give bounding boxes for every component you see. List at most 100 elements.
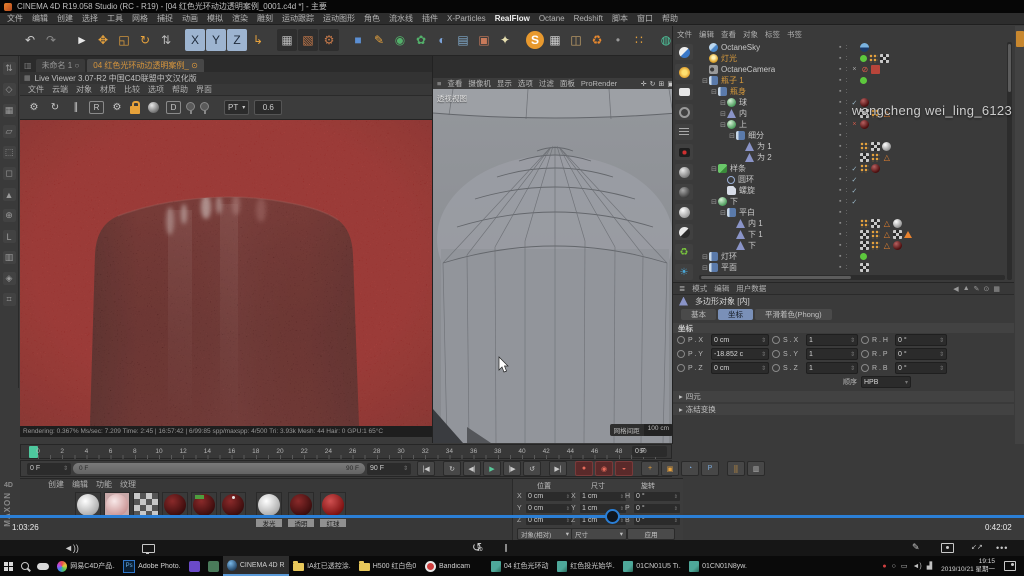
expander-icon[interactable]: ⊟: [719, 121, 727, 129]
am-nav-icon-2[interactable]: ✎: [974, 285, 980, 293]
tag-dots-icon[interactable]: [871, 230, 880, 239]
om-menu-item-5[interactable]: 书签: [787, 29, 802, 40]
diffuse-material-icon[interactable]: [675, 184, 693, 200]
expander-icon[interactable]: ⊟: [710, 165, 718, 173]
edges-mode-icon[interactable]: ◻: [3, 167, 16, 180]
next-frame-button[interactable]: |▶: [503, 461, 521, 476]
pen-spline-button[interactable]: ✎: [369, 29, 389, 51]
cm-field-0-1[interactable]: 1 cm⇕: [580, 492, 626, 501]
viewport-menu-item-3[interactable]: 选项: [518, 78, 533, 89]
visibility-dots[interactable]: ▪ :: [839, 143, 848, 150]
visibility-dots[interactable]: ▪ :: [839, 154, 848, 161]
autokey-button[interactable]: ◉: [595, 461, 613, 476]
object-row-17[interactable]: 下 1▪ :△: [699, 229, 1005, 240]
lock-resolution-icon[interactable]: [130, 106, 140, 114]
render-settings-button[interactable]: ⚙: [319, 29, 339, 51]
visibility-dots[interactable]: ▪ :: [839, 242, 848, 249]
tag-ballwhite-icon[interactable]: [882, 142, 891, 151]
sx-field[interactable]: 1⇕: [806, 334, 858, 346]
expander-icon[interactable]: ⊟: [701, 264, 709, 272]
py-field[interactable]: -18.852 c⇕: [711, 348, 769, 360]
tag-balldark-icon[interactable]: [893, 241, 902, 250]
light-button[interactable]: ✦: [495, 29, 515, 51]
tag-dots-icon[interactable]: [860, 164, 869, 173]
viewport-menu-item-2[interactable]: 显示: [497, 78, 512, 89]
loop-button[interactable]: ↻: [443, 461, 461, 476]
menu-item-4[interactable]: 工具: [107, 13, 123, 24]
pick-focus-icon[interactable]: [186, 102, 195, 111]
sy-field[interactable]: 1⇕: [806, 348, 858, 360]
pick-material-icon[interactable]: [200, 102, 209, 111]
tag-balldark-icon[interactable]: [871, 164, 880, 173]
pencil-icon[interactable]: ✎: [912, 542, 920, 553]
om-menu-item-1[interactable]: 编辑: [699, 29, 714, 40]
lv-menu-item-2[interactable]: 对象: [76, 84, 92, 95]
tag-dots-icon[interactable]: [860, 142, 869, 151]
viewport-menu-item-0[interactable]: 查看: [447, 78, 462, 89]
object-row-2[interactable]: OctaneCamera▪ :×⊘: [699, 64, 1005, 75]
cm-field-1-0[interactable]: 0 cm⇕: [526, 504, 572, 513]
tab-active-document[interactable]: 04 红色光环动边透明案例_ ⊙: [87, 59, 204, 72]
specular-material-icon[interactable]: [675, 204, 693, 220]
om-menu-item-2[interactable]: 查看: [721, 29, 736, 40]
octane-render-view[interactable]: [20, 120, 432, 426]
expander-icon[interactable]: ⊟: [710, 198, 718, 206]
panel-menu-icon[interactable]: ▦: [24, 74, 31, 82]
am-menu-item-1[interactable]: 编辑: [714, 283, 729, 294]
object-row-3[interactable]: ⊟瓶子 1▪ :: [699, 75, 1005, 86]
tag-ballwhite-icon[interactable]: [893, 219, 902, 228]
current-frame-field[interactable]: 0 F⇕: [27, 463, 71, 475]
floor-button[interactable]: ▤: [453, 29, 473, 51]
object-row-13[interactable]: 螺旋▪ :✓: [699, 185, 1005, 196]
recycle-icon[interactable]: ♻: [587, 29, 607, 51]
end-frame-field[interactable]: 90 F⇕: [367, 463, 411, 475]
add-cube-button[interactable]: ■: [348, 29, 368, 51]
file-4[interactable]: 01CN01N8yw...: [685, 556, 751, 576]
material-menu-item-1[interactable]: 编辑: [72, 479, 88, 490]
tag-checker-icon[interactable]: [860, 230, 869, 239]
om-menu-item-4[interactable]: 标签: [765, 29, 780, 40]
key-circle-icon[interactable]: [861, 336, 869, 344]
menu-item-0[interactable]: 文件: [7, 13, 23, 24]
menu-item-1[interactable]: 编辑: [32, 13, 48, 24]
expander-icon[interactable]: ⊟: [719, 110, 727, 118]
orbit-icon[interactable]: ↻: [650, 80, 656, 88]
reverse-play-button[interactable]: ↺: [523, 461, 541, 476]
menu-item-13[interactable]: 角色: [364, 13, 380, 24]
sun-light-icon[interactable]: [675, 64, 693, 80]
tag-checker-icon[interactable]: [860, 241, 869, 250]
user-icon[interactable]: ○: [892, 563, 896, 570]
viewport-canvas[interactable]: [433, 89, 677, 443]
visibility-dots[interactable]: ▪ :: [839, 132, 848, 139]
menu-item-20[interactable]: 脚本: [612, 13, 628, 24]
menu-item-8[interactable]: 模拟: [207, 13, 223, 24]
cloud-app[interactable]: [33, 556, 53, 576]
battery-icon[interactable]: ▭: [901, 562, 908, 570]
tag-green-icon[interactable]: [860, 253, 867, 260]
am-nav-icon-1[interactable]: ▲: [963, 285, 970, 293]
key-circle-icon[interactable]: [772, 336, 780, 344]
object-row-8[interactable]: ⊟细分▪ :: [699, 130, 1005, 141]
recording-indicator[interactable]: ●: [882, 563, 886, 570]
tag-checker-icon[interactable]: [871, 142, 880, 151]
visibility-dots[interactable]: ▪ :: [839, 88, 848, 95]
viewport-menu-item-1[interactable]: 摄像机: [468, 78, 491, 89]
expander-icon[interactable]: ⊟: [719, 99, 727, 107]
visibility-dots[interactable]: ▪ :: [839, 231, 848, 238]
object-row-10[interactable]: 为 2▪ :△: [699, 152, 1005, 163]
om-menu-item-0[interactable]: 文件: [677, 29, 692, 40]
expander-icon[interactable]: ⊟: [719, 209, 727, 217]
notification-icon[interactable]: [1004, 561, 1016, 571]
cm-field-0-2[interactable]: 0 °⇕: [634, 492, 680, 501]
visibility-dots[interactable]: ▪ :: [839, 220, 848, 227]
tag-tri-icon[interactable]: △: [882, 241, 891, 250]
object-manager-vscrollbar[interactable]: [1007, 42, 1012, 280]
file-3[interactable]: 01CN01U5 Ti...: [619, 556, 685, 576]
tag-dots-icon[interactable]: [869, 54, 878, 63]
prev-frame-button[interactable]: ◀|: [463, 461, 481, 476]
menu-item-9[interactable]: 渲染: [232, 13, 248, 24]
mode-dropdown[interactable]: 对象(相对)▾: [517, 528, 573, 540]
lv-menu-item-0[interactable]: 文件: [28, 84, 44, 95]
substance-icon[interactable]: S: [526, 31, 544, 49]
object-row-4[interactable]: ⊟瓶身▪ :: [699, 86, 1005, 97]
